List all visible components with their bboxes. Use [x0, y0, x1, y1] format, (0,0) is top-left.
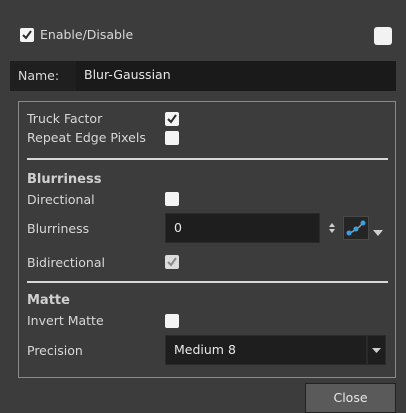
close-button[interactable]: Close	[305, 383, 396, 413]
name-input[interactable]: Blur-Gaussian	[76, 61, 396, 91]
name-label: Name:	[18, 68, 60, 83]
bidirectional-checkbox[interactable]	[165, 255, 179, 273]
enable-checkbox[interactable]	[20, 28, 34, 42]
function-curve-icon[interactable]	[343, 216, 369, 240]
directional-label: Directional	[27, 192, 95, 207]
up-down-arrows-icon[interactable]	[327, 220, 337, 236]
precision-dropdown-button[interactable]	[367, 335, 386, 365]
enable-row[interactable]	[20, 28, 34, 46]
invert-matte-checkbox[interactable]	[165, 314, 179, 332]
invert-matte-label: Invert Matte	[27, 313, 104, 328]
bidirectional-label: Bidirectional	[27, 255, 105, 270]
matte-section-title: Matte	[27, 293, 70, 308]
blurriness-section-title: Blurriness	[27, 172, 102, 187]
blurriness-label: Blurriness	[27, 221, 90, 236]
divider	[27, 158, 388, 160]
enable-label: Enable/Disable	[40, 27, 134, 42]
color-swatch[interactable]	[374, 27, 392, 45]
truck-factor-checkbox[interactable]	[165, 112, 179, 130]
precision-label: Precision	[27, 343, 83, 358]
directional-checkbox[interactable]	[165, 192, 179, 210]
repeat-edge-checkbox[interactable]	[165, 131, 179, 149]
precision-select[interactable]: Medium 8	[165, 335, 367, 365]
truck-factor-label: Truck Factor	[27, 111, 103, 126]
blurriness-input[interactable]: 0	[165, 213, 320, 243]
divider	[27, 281, 388, 283]
repeat-edge-label: Repeat Edge Pixels	[27, 130, 146, 145]
chevron-down-icon[interactable]	[373, 225, 383, 240]
